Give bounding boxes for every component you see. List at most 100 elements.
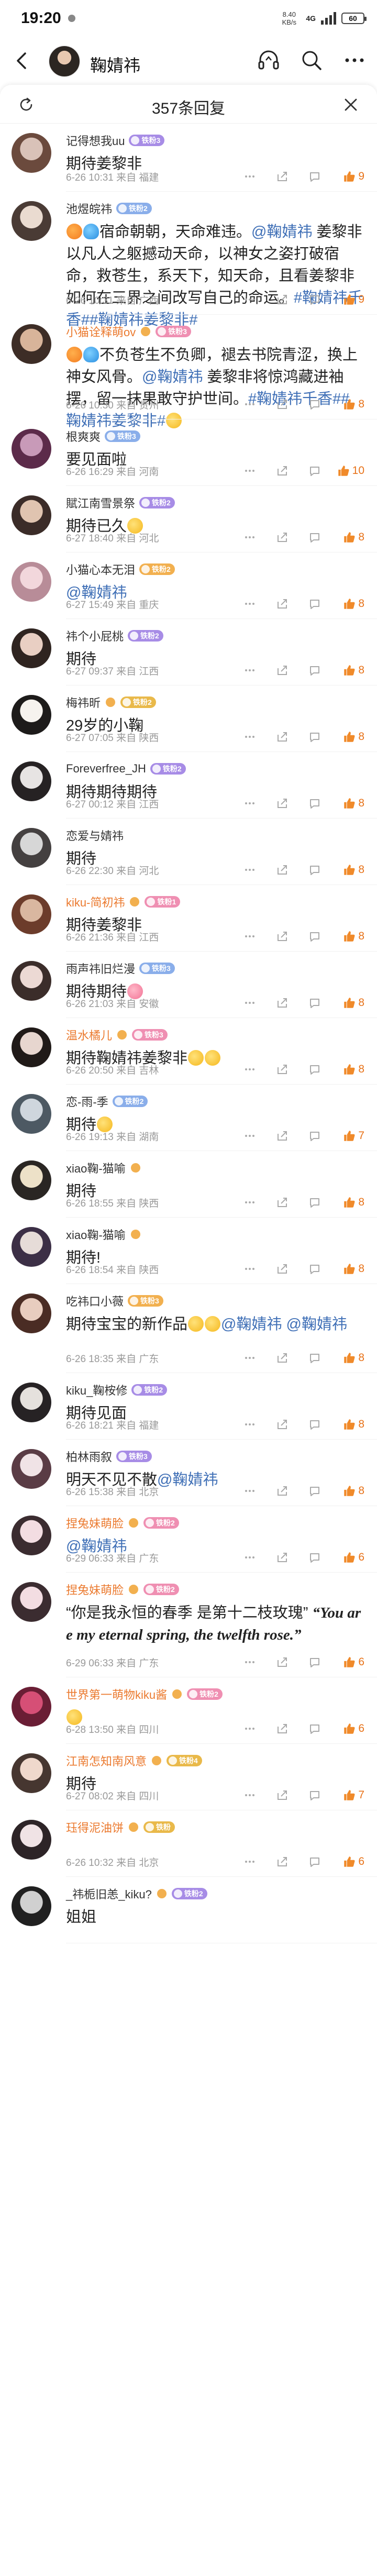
like-button[interactable]: 8 bbox=[331, 1195, 364, 1210]
username[interactable]: 世界第一萌物kiku酱 bbox=[66, 1686, 167, 1702]
reply-button[interactable] bbox=[298, 529, 331, 545]
mention-link[interactable]: @鞠婧祎 bbox=[286, 1316, 347, 1333]
username[interactable]: 根爽爽 bbox=[66, 428, 101, 445]
username[interactable]: 賦江南雪景祭 bbox=[66, 494, 135, 511]
reply-button[interactable] bbox=[298, 1654, 331, 1670]
reply-button[interactable] bbox=[298, 729, 331, 745]
mention-link[interactable]: @鞠婧祎 bbox=[221, 1316, 282, 1333]
like-button[interactable]: 8 bbox=[331, 1261, 364, 1277]
reply-button[interactable] bbox=[298, 1550, 331, 1565]
user-avatar[interactable] bbox=[12, 1293, 51, 1333]
user-avatar[interactable] bbox=[12, 1687, 51, 1727]
reply-button[interactable] bbox=[298, 1261, 331, 1277]
share-button[interactable] bbox=[266, 1787, 298, 1803]
like-button[interactable]: 8 bbox=[331, 1062, 364, 1077]
reply-button[interactable] bbox=[298, 1350, 331, 1366]
share-button[interactable] bbox=[266, 292, 298, 307]
user-avatar[interactable] bbox=[12, 961, 51, 1001]
share-button[interactable] bbox=[266, 1261, 298, 1277]
more-button[interactable] bbox=[234, 529, 266, 545]
username[interactable]: 江南怎知南风意 bbox=[66, 1752, 147, 1769]
share-button[interactable] bbox=[266, 1128, 298, 1144]
user-avatar[interactable] bbox=[12, 495, 51, 535]
like-button[interactable]: 6 bbox=[331, 1854, 364, 1870]
reply-button[interactable] bbox=[298, 928, 331, 944]
more-button[interactable] bbox=[234, 1550, 266, 1565]
username[interactable]: 吃祎口小薇 bbox=[66, 1292, 124, 1309]
reply-button[interactable] bbox=[298, 463, 331, 479]
share-button[interactable] bbox=[266, 1062, 298, 1077]
share-button[interactable] bbox=[266, 169, 298, 184]
user-avatar[interactable] bbox=[12, 429, 51, 469]
mention-link[interactable]: @鞠婧祎 bbox=[251, 224, 312, 240]
headphones-icon[interactable] bbox=[257, 48, 281, 72]
like-button[interactable]: 8 bbox=[331, 529, 364, 545]
username[interactable]: 恋爱与婧祎 bbox=[66, 827, 124, 844]
username[interactable]: kiku-简初祎 bbox=[66, 893, 125, 910]
share-button[interactable] bbox=[266, 995, 298, 1011]
user-avatar[interactable] bbox=[12, 1227, 51, 1267]
reply-button[interactable] bbox=[298, 795, 331, 811]
like-button[interactable]: 9 bbox=[331, 292, 364, 307]
like-button[interactable]: 8 bbox=[331, 1417, 364, 1432]
like-button[interactable]: 6 bbox=[331, 1654, 364, 1670]
reply-button[interactable] bbox=[298, 1787, 331, 1803]
more-button[interactable] bbox=[234, 463, 266, 479]
username[interactable]: 捏兔妹萌脸 bbox=[66, 1514, 124, 1531]
reply-button[interactable] bbox=[298, 596, 331, 612]
share-button[interactable] bbox=[266, 729, 298, 745]
more-icon[interactable] bbox=[342, 48, 367, 72]
share-button[interactable] bbox=[266, 1195, 298, 1210]
like-button[interactable]: 7 bbox=[331, 1787, 364, 1803]
more-button[interactable] bbox=[234, 1483, 266, 1499]
more-button[interactable] bbox=[234, 662, 266, 678]
share-button[interactable] bbox=[266, 463, 298, 479]
user-avatar[interactable] bbox=[12, 1094, 51, 1134]
like-button[interactable]: 8 bbox=[331, 862, 364, 878]
reply-button[interactable] bbox=[298, 292, 331, 307]
more-button[interactable] bbox=[234, 995, 266, 1011]
user-avatar[interactable] bbox=[12, 201, 51, 241]
user-avatar[interactable] bbox=[12, 894, 51, 934]
username[interactable]: 珏得泥油饼 bbox=[66, 1819, 124, 1836]
user-avatar[interactable] bbox=[12, 695, 51, 735]
username[interactable]: 小猫心本无泪 bbox=[66, 561, 135, 578]
username[interactable]: 池煜皖祎 bbox=[66, 200, 112, 217]
username[interactable]: 柏林雨叙 bbox=[66, 1448, 112, 1465]
username[interactable]: 小猫诠释萌ov bbox=[66, 323, 136, 340]
like-button[interactable]: 10 bbox=[331, 463, 364, 479]
user-avatar[interactable] bbox=[12, 1160, 51, 1200]
user-avatar[interactable] bbox=[12, 1753, 51, 1793]
like-button[interactable]: 8 bbox=[331, 662, 364, 678]
share-button[interactable] bbox=[266, 1721, 298, 1737]
reply-button[interactable] bbox=[298, 1062, 331, 1077]
user-avatar[interactable] bbox=[12, 1383, 51, 1422]
mention-link[interactable]: @鞠婧祎 bbox=[142, 369, 203, 385]
reply-button[interactable] bbox=[298, 1721, 331, 1737]
username[interactable]: 记得想我uu bbox=[66, 132, 125, 149]
reply-button[interactable] bbox=[298, 1417, 331, 1432]
more-button[interactable] bbox=[234, 169, 266, 184]
like-button[interactable]: 9 bbox=[331, 169, 364, 184]
like-button[interactable]: 8 bbox=[331, 729, 364, 745]
more-button[interactable] bbox=[234, 1854, 266, 1870]
user-avatar[interactable] bbox=[12, 324, 51, 364]
username[interactable]: 温水橘儿 bbox=[66, 1026, 112, 1043]
like-button[interactable]: 8 bbox=[331, 995, 364, 1011]
profile-avatar[interactable] bbox=[48, 45, 81, 78]
user-avatar[interactable] bbox=[12, 628, 51, 668]
more-button[interactable] bbox=[234, 795, 266, 811]
username[interactable]: xiao鞠-猫喻 bbox=[66, 1159, 126, 1176]
more-button[interactable] bbox=[234, 596, 266, 612]
like-button[interactable]: 8 bbox=[331, 795, 364, 811]
back-arrow-icon[interactable] bbox=[13, 51, 31, 70]
more-button[interactable] bbox=[234, 862, 266, 878]
more-button[interactable] bbox=[234, 292, 266, 307]
reply-button[interactable] bbox=[298, 662, 331, 678]
more-button[interactable] bbox=[234, 1128, 266, 1144]
more-button[interactable] bbox=[234, 729, 266, 745]
share-button[interactable] bbox=[266, 662, 298, 678]
more-button[interactable] bbox=[234, 1787, 266, 1803]
username[interactable]: xiao鞠-猫喻 bbox=[66, 1226, 126, 1243]
like-button[interactable]: 8 bbox=[331, 928, 364, 944]
